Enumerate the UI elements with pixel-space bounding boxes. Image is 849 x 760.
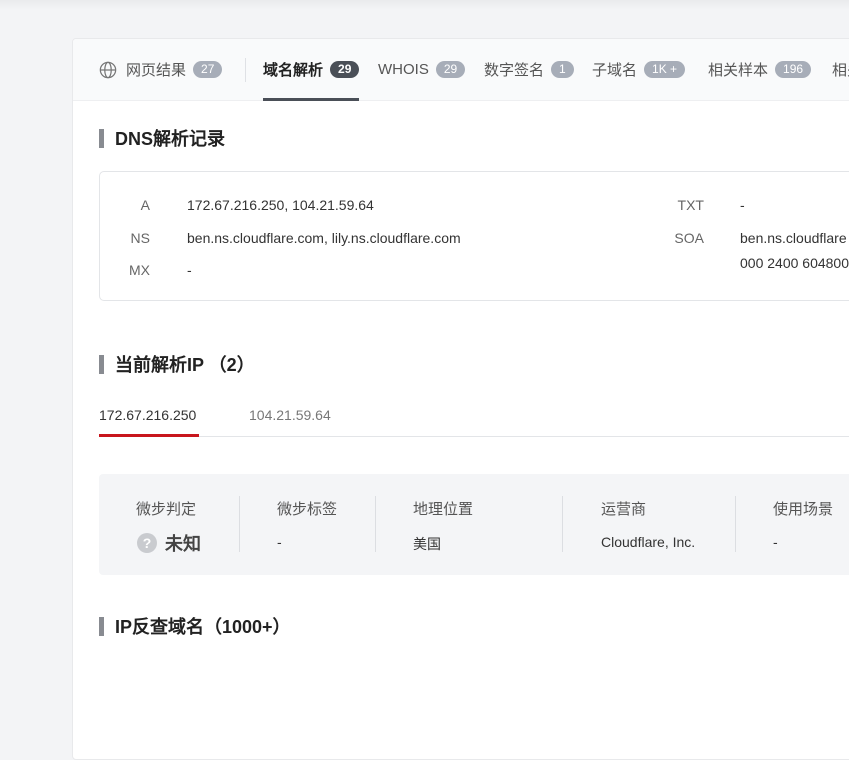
tab-related-samples[interactable]: 相关样本 196 xyxy=(708,39,812,100)
tab-label: 相关 xyxy=(832,62,849,79)
top-shadow xyxy=(0,0,849,10)
info-separator xyxy=(735,496,736,552)
ip-info-strip: 微步判定 ? 未知 微步标签 - 地理位置 美国 运营商 Cloudflare,… xyxy=(99,474,849,575)
tab-label: 相关样本 xyxy=(708,62,769,79)
ip-tab-second[interactable]: 104.21.59.64 xyxy=(249,407,331,423)
globe-icon xyxy=(99,61,117,78)
dns-value-txt: - xyxy=(740,197,745,213)
judgement-value: ? 未知 xyxy=(137,530,201,556)
tab-count-badge: 29 xyxy=(435,61,466,78)
dns-value-soa-line1: ben.ns.cloudflare xyxy=(740,230,847,246)
judgement-label: 微步判定 xyxy=(136,501,197,518)
dns-key-ns: NS xyxy=(130,230,150,246)
tab-dns[interactable]: 域名解析 29 xyxy=(263,39,360,101)
dns-records-box: A 172.67.216.250, 104.21.59.64 NS ben.ns… xyxy=(99,171,849,301)
isp-label: 运营商 xyxy=(601,501,647,518)
ip-tab-active-indicator xyxy=(99,434,199,437)
geo-label: 地理位置 xyxy=(413,501,474,518)
tab-count-badge: 29 xyxy=(330,61,360,78)
tab-label: 网页结果 xyxy=(126,62,187,79)
tab-web-results[interactable]: 网页结果 27 xyxy=(99,39,223,100)
dns-key-soa: SOA xyxy=(674,230,704,246)
dns-key-txt: TXT xyxy=(677,197,704,213)
tab-divider xyxy=(245,58,246,82)
tab-count-badge: 1 xyxy=(551,61,574,78)
tab-digital-signature[interactable]: 数字签名 1 xyxy=(484,39,574,100)
tags-label: 微步标签 xyxy=(277,501,338,518)
dns-value-soa-line2: 000 2400 604800 xyxy=(740,255,849,271)
info-separator xyxy=(562,496,563,552)
dns-key-a: A xyxy=(140,197,150,213)
usage-value: - xyxy=(773,534,778,550)
ip-tab-first[interactable]: 172.67.216.250 xyxy=(99,407,196,423)
dns-value-ns: ben.ns.cloudflare.com, lily.ns.cloudflar… xyxy=(187,230,461,246)
dns-key-mx: MX xyxy=(129,262,150,278)
usage-label: 使用场景 xyxy=(773,501,834,518)
result-tabs: 网页结果 27 域名解析 29 WHOIS 29 数字签名 1 子域名 1K +… xyxy=(73,39,849,101)
info-separator xyxy=(375,496,376,552)
tags-value: - xyxy=(277,534,282,550)
tab-related-more[interactable]: 相关 xyxy=(832,39,849,100)
tab-label: 子域名 xyxy=(592,62,638,79)
result-panel: 网页结果 27 域名解析 29 WHOIS 29 数字签名 1 子域名 1K +… xyxy=(72,38,849,760)
ip-tabs-baseline xyxy=(99,436,849,437)
tab-count-badge: 1K + xyxy=(644,61,686,78)
geo-value: 美国 xyxy=(413,536,441,552)
question-icon: ? xyxy=(137,533,157,553)
tab-count-badge: 27 xyxy=(193,61,223,78)
dns-value-a: 172.67.216.250, 104.21.59.64 xyxy=(187,197,374,213)
tab-whois[interactable]: WHOIS 29 xyxy=(378,39,466,100)
tab-label: 域名解析 xyxy=(263,62,324,79)
tab-label: WHOIS xyxy=(378,61,429,78)
current-ip-section-title: 当前解析IP （2） xyxy=(99,351,255,377)
isp-value: Cloudflare, Inc. xyxy=(601,534,696,550)
dns-value-mx: - xyxy=(187,262,192,278)
dns-section-title: DNS解析记录 xyxy=(99,125,225,151)
reverse-ip-section-title: IP反查域名（1000+） xyxy=(99,613,291,639)
tab-subdomains[interactable]: 子域名 1K + xyxy=(592,39,686,100)
judgement-text: 未知 xyxy=(165,534,201,554)
tab-label: 数字签名 xyxy=(484,62,545,79)
tab-count-badge: 196 xyxy=(775,61,812,78)
info-separator xyxy=(239,496,240,552)
